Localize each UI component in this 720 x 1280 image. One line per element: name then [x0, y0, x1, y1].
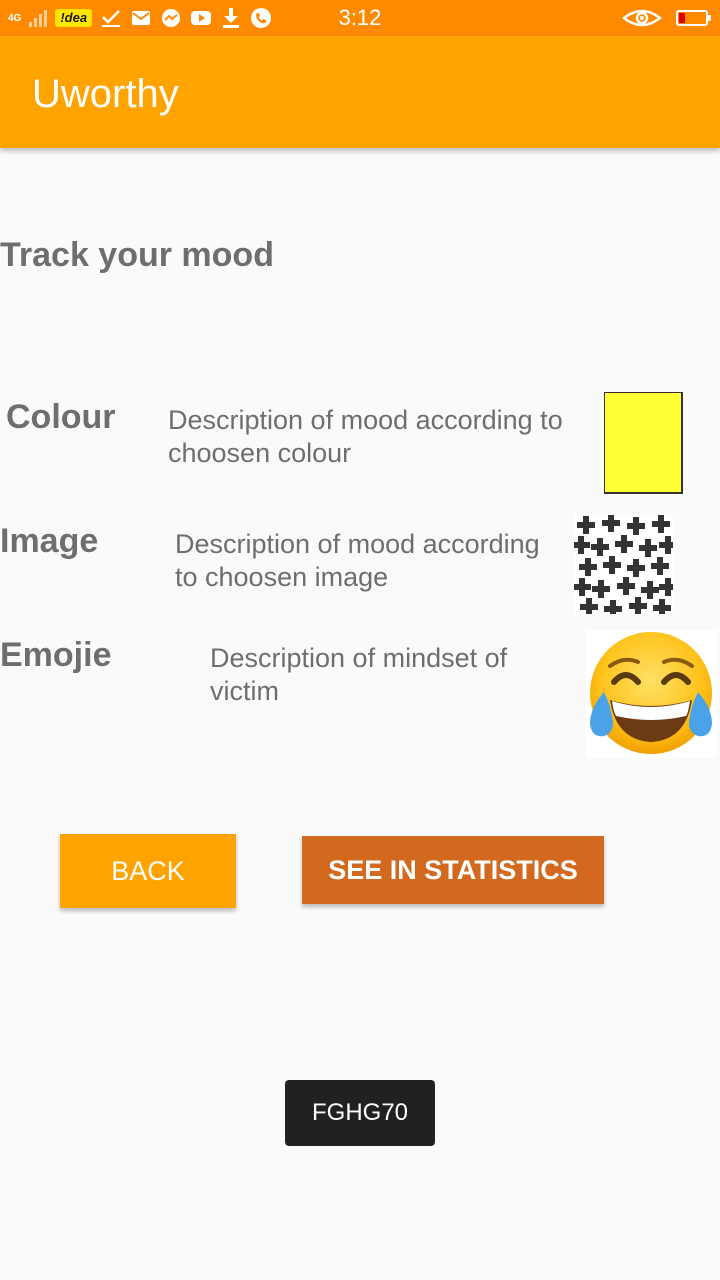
see-statistics-button[interactable]: SEE IN STATISTICS	[302, 836, 604, 904]
toast-message: FGHG70	[285, 1080, 435, 1146]
emojie-description: Description of mindset of victim	[210, 643, 508, 706]
colour-swatch[interactable]	[604, 392, 683, 494]
app-title: Uworthy	[32, 72, 179, 116]
eye-icon	[622, 7, 662, 29]
app-bar: Uworthy	[0, 36, 720, 148]
back-button[interactable]: BACK	[60, 834, 236, 908]
status-bar: 4G !dea 3:12	[0, 0, 720, 36]
colour-label: Colour	[6, 398, 116, 436]
colour-description: Description of mood according to choosen…	[168, 405, 563, 468]
emojie-label: Emojie	[0, 636, 112, 674]
clock: 3:12	[338, 5, 382, 30]
image-label: Image	[0, 522, 99, 560]
image-description: Description of mood according to choosen…	[175, 529, 540, 592]
tears-of-joy-emoji[interactable]	[586, 630, 716, 758]
status-bar-right	[622, 0, 711, 36]
page-heading: Track your mood	[0, 236, 274, 274]
battery-icon	[676, 10, 711, 26]
pattern-image[interactable]	[572, 514, 677, 618]
